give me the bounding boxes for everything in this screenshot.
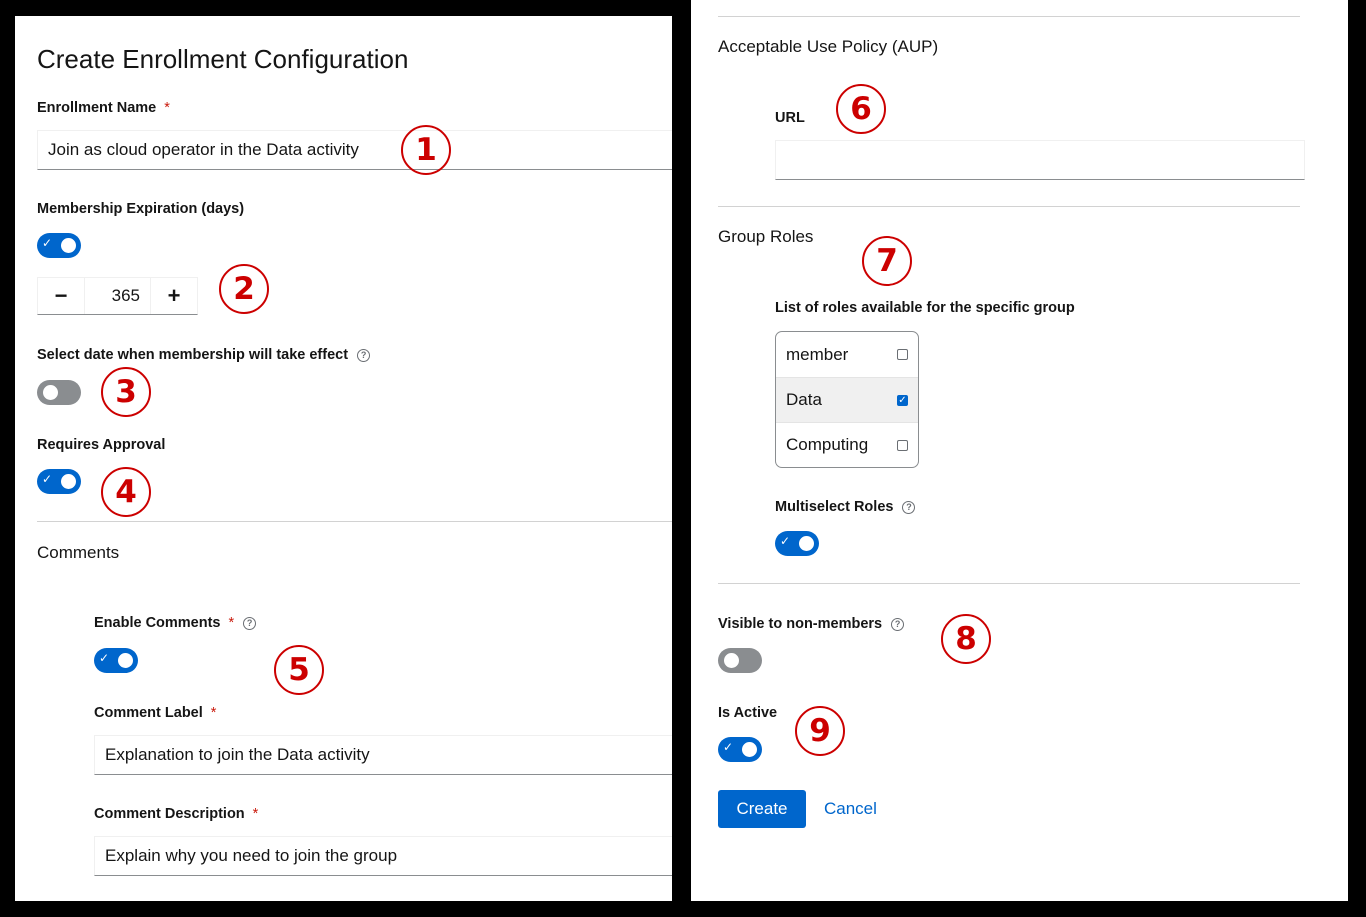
- divider: [718, 16, 1300, 17]
- role-item-computing[interactable]: Computing: [776, 422, 918, 467]
- effective-date-toggle[interactable]: [37, 380, 81, 405]
- annotation-badge-5: 5: [274, 645, 324, 695]
- cancel-button[interactable]: Cancel: [824, 790, 877, 828]
- annotation-badge-2: 2: [219, 264, 269, 314]
- divider: [718, 583, 1300, 584]
- check-icon: ✓: [723, 740, 734, 754]
- check-icon: ✓: [780, 534, 791, 548]
- annotation-badge-6: 6: [836, 84, 886, 134]
- decrement-button[interactable]: −: [38, 278, 84, 314]
- checkbox[interactable]: ✓: [897, 394, 908, 406]
- divider: [718, 206, 1300, 207]
- required-marker: *: [164, 100, 170, 116]
- annotation-badge-9: 9: [795, 706, 845, 756]
- requires-approval-label: Requires Approval: [37, 437, 166, 453]
- aup-url-input[interactable]: [775, 140, 1305, 180]
- multiselect-roles-toggle[interactable]: ✓: [775, 531, 819, 556]
- comment-description-label: Comment Description *: [94, 806, 259, 822]
- membership-expiration-toggle[interactable]: ✓: [37, 233, 81, 258]
- group-roles-section-title: Group Roles: [718, 227, 814, 246]
- requires-approval-toggle[interactable]: ✓: [37, 469, 81, 494]
- effective-date-label: Select date when membership will take ef…: [37, 347, 371, 363]
- annotation-badge-4: 4: [101, 467, 151, 517]
- enrollment-name-input[interactable]: Join as cloud operator in the Data activ…: [37, 130, 672, 170]
- required-marker: *: [210, 705, 217, 721]
- page-title: Create Enrollment Configuration: [37, 44, 409, 74]
- right-panel: Acceptable Use Policy (AUP) URL Group Ro…: [691, 0, 1348, 901]
- role-item-member[interactable]: member: [776, 332, 918, 377]
- annotation-badge-1: 1: [401, 125, 451, 175]
- help-icon[interactable]: ?: [243, 616, 257, 630]
- multiselect-roles-label: Multiselect Roles?: [775, 499, 916, 515]
- check-icon: ✓: [42, 236, 53, 250]
- comment-label-input[interactable]: Explanation to join the Data activity: [94, 735, 672, 775]
- checkbox[interactable]: [897, 439, 908, 451]
- roles-list: member Data ✓ Computing: [775, 331, 919, 468]
- check-icon: ✓: [99, 651, 110, 665]
- comment-label-label: Comment Label *: [94, 705, 217, 721]
- aup-section-title: Acceptable Use Policy (AUP): [718, 37, 939, 56]
- visible-non-members-toggle[interactable]: [718, 648, 762, 673]
- expiration-days-stepper: − 365 +: [37, 277, 198, 315]
- annotation-badge-8: 8: [941, 614, 991, 664]
- is-active-toggle[interactable]: ✓: [718, 737, 762, 762]
- required-marker: *: [228, 615, 235, 631]
- enable-comments-toggle[interactable]: ✓: [94, 648, 138, 673]
- enable-comments-label: Enable Comments *?: [94, 615, 257, 631]
- left-panel: Create Enrollment Configuration Enrollme…: [15, 16, 672, 901]
- comments-section-title: Comments: [37, 543, 120, 562]
- required-marker: *: [252, 806, 259, 822]
- membership-expiration-label: Membership Expiration (days): [37, 201, 245, 217]
- url-label: URL: [775, 110, 805, 126]
- enrollment-name-label: Enrollment Name *: [37, 100, 170, 116]
- checkbox[interactable]: [897, 349, 908, 360]
- help-icon[interactable]: ?: [902, 500, 916, 514]
- role-item-data[interactable]: Data ✓: [776, 377, 918, 422]
- check-icon: ✓: [42, 472, 53, 486]
- is-active-label: Is Active: [718, 705, 778, 721]
- help-icon[interactable]: ?: [891, 617, 905, 631]
- comment-description-input[interactable]: Explain why you need to join the group: [94, 836, 672, 876]
- visible-non-members-label: Visible to non-members?: [718, 616, 905, 632]
- annotation-badge-7: 7: [862, 236, 912, 286]
- help-icon[interactable]: ?: [357, 348, 371, 362]
- create-button[interactable]: Create: [718, 790, 806, 828]
- increment-button[interactable]: +: [151, 278, 197, 314]
- expiration-days-input[interactable]: 365: [84, 278, 151, 314]
- roles-list-label: List of roles available for the specific…: [775, 300, 1075, 316]
- annotation-badge-3: 3: [101, 367, 151, 417]
- divider: [37, 521, 672, 522]
